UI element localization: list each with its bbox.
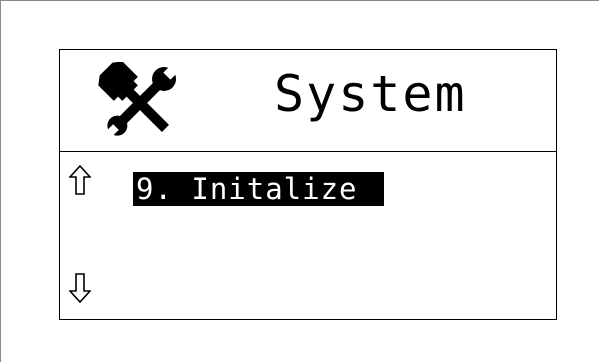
menu-item-selected[interactable]: 9. Initalize	[133, 172, 384, 206]
tools-icon	[98, 62, 178, 139]
arrow-down-icon[interactable]	[69, 273, 91, 303]
lcd-screen: System 9. Initalize	[59, 49, 557, 320]
screen-header: System	[60, 50, 556, 152]
menu-area: 9. Initalize	[60, 152, 556, 319]
arrow-up-icon[interactable]	[69, 165, 91, 195]
screen-title: System	[274, 65, 467, 123]
